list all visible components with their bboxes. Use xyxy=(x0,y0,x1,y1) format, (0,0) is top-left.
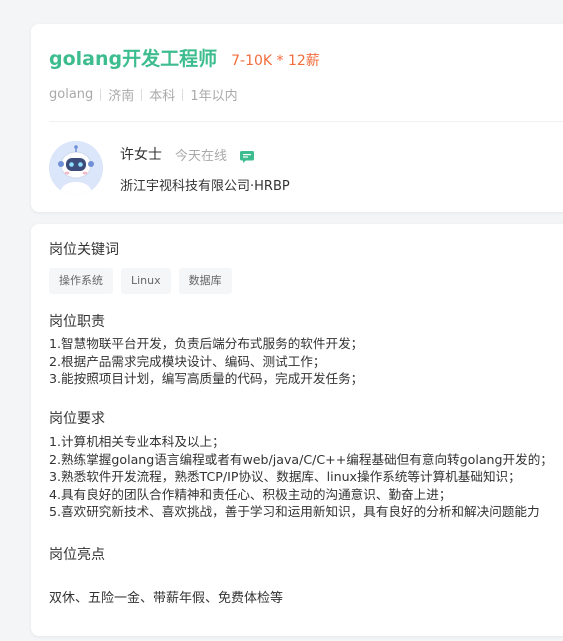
job-title: golang开发工程师 xyxy=(49,48,218,70)
tag-separator xyxy=(141,88,143,101)
salary: 7-10K * 12薪 xyxy=(231,53,320,69)
tag-experience: 1年以内 xyxy=(190,89,238,104)
tag-city: 济南 xyxy=(108,89,135,104)
tag-separator xyxy=(182,88,184,101)
recruiter-info: 许女士 今天在线 xyxy=(120,144,255,164)
duty-item: 2.根据产品需求完成模块设计、编码、测试工作； xyxy=(49,353,326,369)
duties-list: 1.智慧物联平台开发，负责后端分布式服务的软件开发； 2.根据产品需求完成模块设… xyxy=(49,335,363,388)
keyword-list: 操作系统 Linux 数据库 xyxy=(49,268,240,294)
tag-skill: golang xyxy=(49,87,94,102)
job-summary-card: golang开发工程师 7-10K * 12薪 golang 济南 本科 1年以… xyxy=(31,24,563,212)
keywords-title: 岗位关键词 xyxy=(49,242,119,258)
requirement-item: 5.喜欢研究新技术、喜欢挑战，善于学习和运用新知识，具有良好的分析和解决问题能力 xyxy=(49,504,540,519)
keyword-tag[interactable]: 操作系统 xyxy=(49,268,113,294)
requirement-item: 3.熟悉软件开发流程，熟悉TCP/IP协议、数据库、linux操作系统等计算机基… xyxy=(49,469,521,484)
divider xyxy=(49,121,563,122)
online-status: 今天在线 xyxy=(175,148,228,164)
recruiter-company: 浙江宇视科技有限公司·HRBP xyxy=(120,179,290,194)
job-tags: golang 济南 本科 1年以内 xyxy=(49,85,238,104)
duty-item: 3.能按照项目计划，编写高质量的代码，完成开发任务； xyxy=(49,371,364,386)
highlights-title: 岗位亮点 xyxy=(49,547,105,563)
recruiter-avatar[interactable] xyxy=(49,141,103,195)
requirement-item: 4.具有良好的团队合作精神和责任心、积极主动的沟通意识、勤奋上进； xyxy=(49,486,452,502)
highlights-text: 双休、五险一金、带薪年假、免费体检等 xyxy=(49,591,284,606)
requirements-title: 岗位要求 xyxy=(49,411,105,427)
keyword-tag[interactable]: Linux xyxy=(121,268,171,294)
tag-separator xyxy=(100,88,102,101)
job-title-row: golang开发工程师 7-10K * 12薪 xyxy=(49,44,320,71)
requirement-item: 1.计算机相关专业本科及以上； xyxy=(49,434,225,449)
recruiter-name: 许女士 xyxy=(120,147,162,163)
requirements-list: 1.计算机相关专业本科及以上； 2.熟练掌握golang语言编程或者有web/j… xyxy=(49,433,553,521)
robot-avatar-icon xyxy=(49,141,103,195)
duties-title: 岗位职责 xyxy=(49,314,105,330)
duty-item: 1.智慧物联平台开发，负责后端分布式服务的软件开发； xyxy=(49,336,364,351)
requirement-item: 2.熟练掌握golang语言编程或者有web/java/C/C++编程基础但有意… xyxy=(49,451,553,467)
chat-icon[interactable] xyxy=(240,148,255,163)
tag-degree: 本科 xyxy=(149,89,176,104)
keyword-tag[interactable]: 数据库 xyxy=(178,268,232,294)
job-detail-card: 岗位关键词 操作系统 Linux 数据库 岗位职责 1.智慧物联平台开发，负责后… xyxy=(31,224,563,636)
